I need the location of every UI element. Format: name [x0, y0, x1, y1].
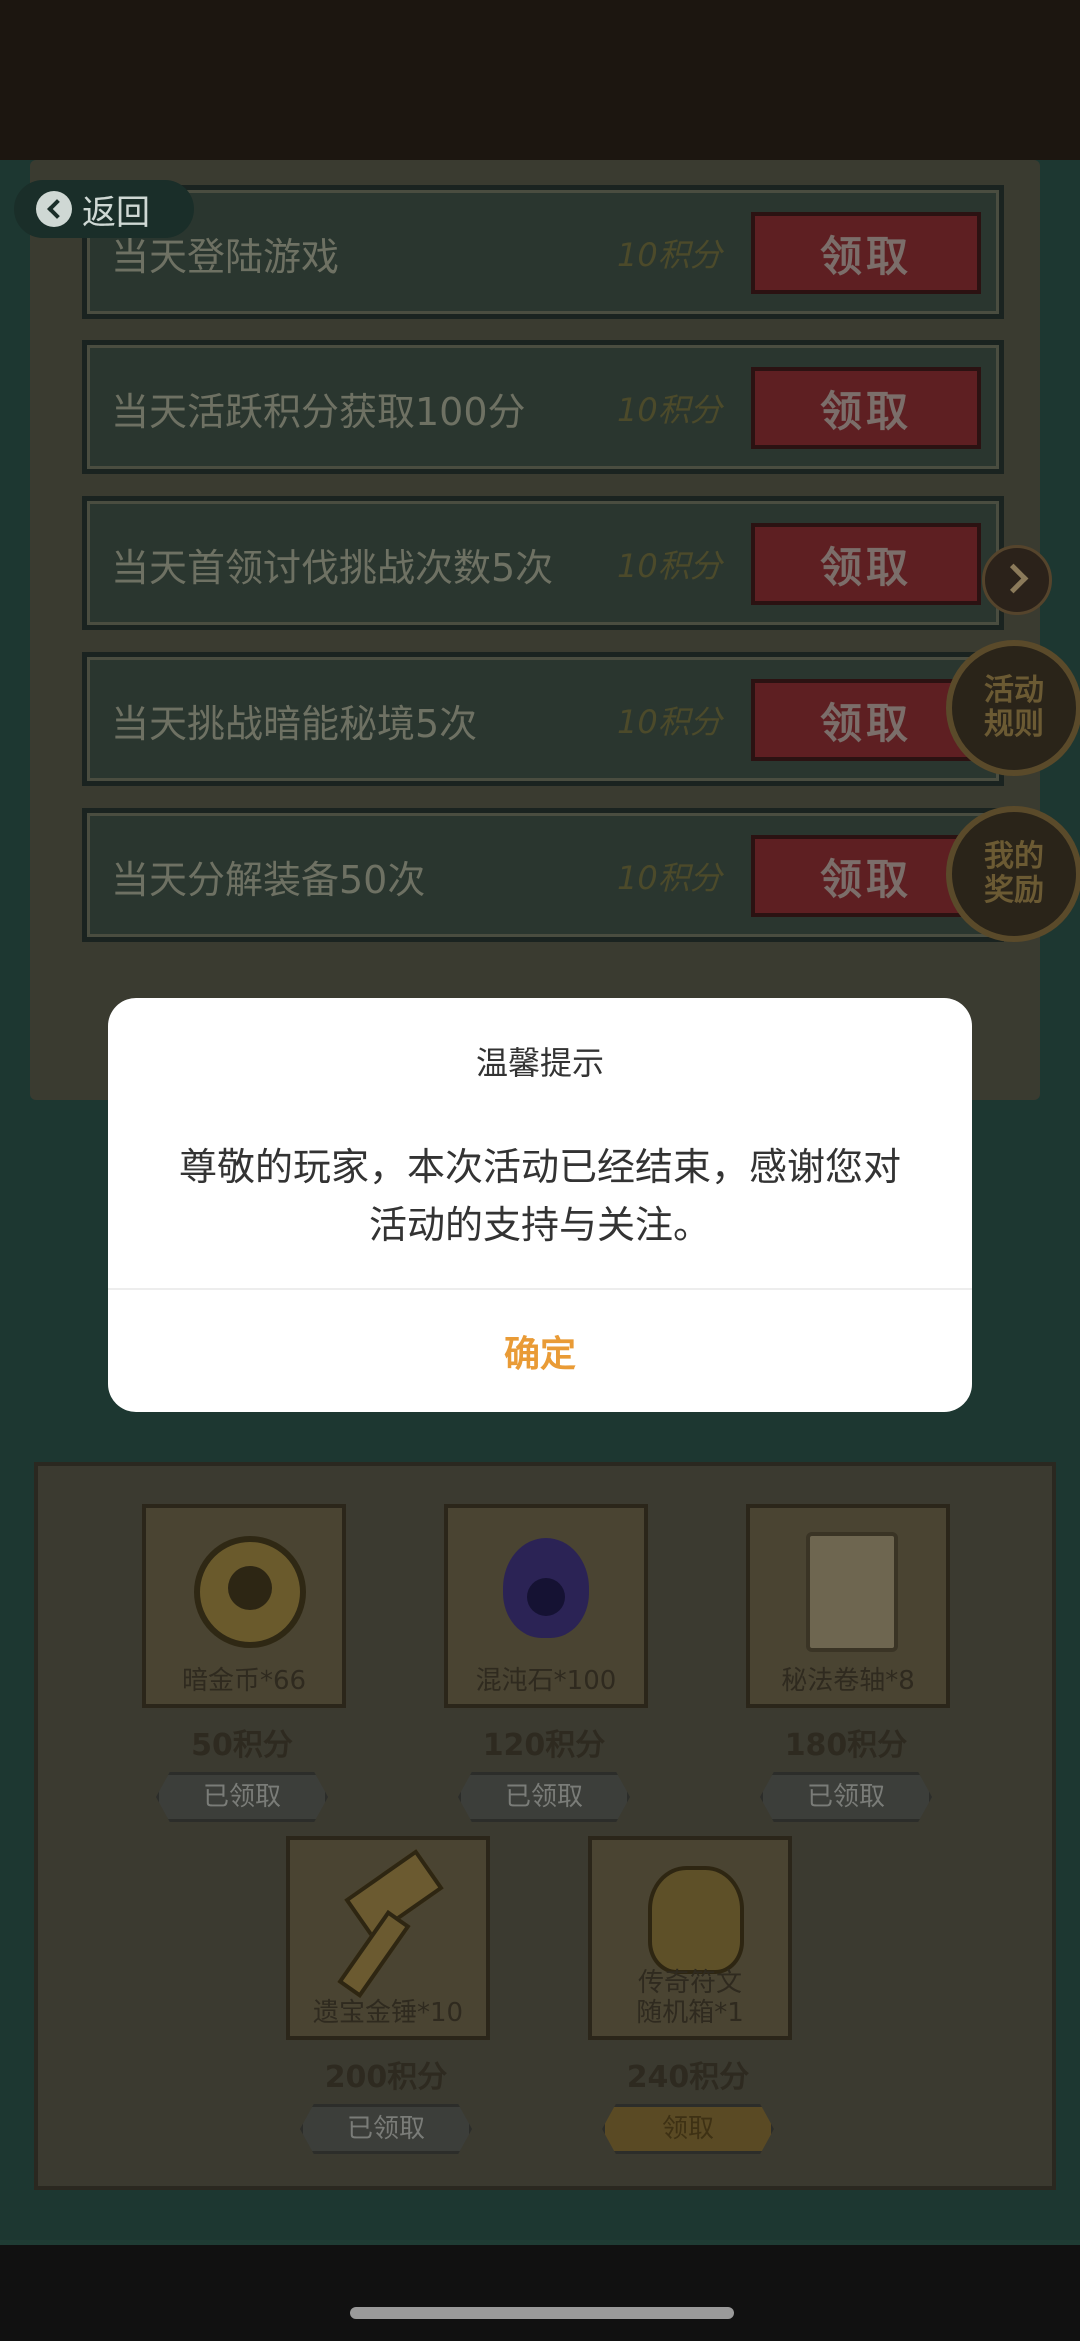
claim-button[interactable]: 领取 [751, 367, 981, 449]
back-label: 返回 [82, 192, 150, 233]
reward-claimed-button[interactable]: 已领取 [300, 2104, 472, 2154]
activity-rules-button[interactable]: 活动 规则 [946, 640, 1080, 776]
reward-name: 暗金币*66 [181, 1666, 307, 1696]
home-indicator[interactable] [350, 2307, 734, 2319]
reward-score: 50积分 [191, 1728, 293, 1763]
notice-dialog: 温馨提示 尊敬的玩家，本次活动已经结束，感谢您对 活动的支持与关注。 确定 [108, 998, 972, 1412]
task-row: 当天首领讨伐挑战次数5次 10积分 领取 [82, 496, 1004, 630]
reward-claim-button[interactable]: 领取 [602, 2104, 774, 2154]
chevron-left-icon [36, 191, 72, 227]
reward-score: 200积分 [324, 2060, 448, 2095]
dark-gold-coin-icon [194, 1536, 306, 1648]
task-points: 10积分 [617, 236, 722, 274]
reward-frame: 传奇符文 随机箱*1 [588, 1836, 792, 2040]
rules-label-line1: 活动 [984, 673, 1044, 708]
reward-score: 120积分 [482, 1728, 606, 1763]
task-row: 当天分解装备50次 10积分 领取 [82, 808, 1004, 942]
task-name: 当天挑战暗能秘境5次 [111, 702, 478, 746]
task-name: 当天分解装备50次 [111, 858, 426, 902]
back-button[interactable]: 返回 [14, 180, 194, 238]
reward-name-line1: 传奇符文 [637, 1968, 742, 1998]
reward-name-line2: 随机箱*1 [636, 1998, 744, 2028]
system-navigation-bar [0, 2245, 1080, 2341]
reward-item: 秘法卷轴*8 180积分 已领取 [746, 1504, 950, 1822]
reward-item: 传奇符文 随机箱*1 240积分 领取 [588, 1836, 792, 2154]
task-row: 当天活跃积分获取100分 10积分 领取 [82, 340, 1004, 474]
rules-label-line2: 规则 [984, 707, 1044, 742]
task-points: 10积分 [617, 547, 722, 585]
reward-claimed-button[interactable]: 已领取 [458, 1772, 630, 1822]
task-points: 10积分 [617, 391, 722, 429]
dialog-message-line1: 尊敬的玩家，本次活动已经结束，感谢您对 [178, 1145, 901, 1189]
my-rewards-label-line2: 奖励 [984, 873, 1044, 908]
reward-frame: 混沌石*100 [444, 1504, 648, 1708]
chaos-stone-icon [503, 1538, 589, 1638]
my-rewards-label-line1: 我的 [984, 839, 1044, 874]
dialog-title: 温馨提示 [475, 1044, 604, 1082]
task-points: 10积分 [617, 859, 722, 897]
task-row: 当天挑战暗能秘境5次 10积分 领取 [82, 652, 1004, 786]
reward-item: 混沌石*100 120积分 已领取 [444, 1504, 648, 1822]
reward-item: 暗金币*66 50积分 已领取 [142, 1504, 346, 1822]
task-name: 当天首领讨伐挑战次数5次 [111, 546, 554, 590]
confirm-button[interactable]: 确定 [108, 1290, 972, 1412]
arcane-scroll-icon [806, 1532, 898, 1652]
reward-name: 遗宝金锤*10 [312, 1998, 464, 2028]
top-status-area [0, 0, 1080, 160]
reward-claimed-button[interactable]: 已领取 [156, 1772, 328, 1822]
reward-frame: 暗金币*66 [142, 1504, 346, 1708]
claim-button[interactable]: 领取 [751, 523, 981, 605]
dialog-message: 尊敬的玩家，本次活动已经结束，感谢您对 活动的支持与关注。 [148, 1138, 932, 1254]
reward-score: 240积分 [626, 2060, 750, 2095]
task-points: 10积分 [617, 703, 722, 741]
reward-name: 传奇符文 随机箱*1 [592, 1968, 788, 2028]
task-row: 当天登陆游戏 10积分 领取 [82, 185, 1004, 319]
claim-button[interactable]: 领取 [751, 212, 981, 294]
chevron-right-icon[interactable] [982, 545, 1052, 615]
reward-name: 秘法卷轴*8 [781, 1666, 915, 1696]
rewards-panel: 暗金币*66 50积分 已领取 混沌石*100 120积分 已领取 秘法卷轴*8… [34, 1462, 1056, 2190]
reward-claimed-button[interactable]: 已领取 [760, 1772, 932, 1822]
reward-item: 遗宝金锤*10 200积分 已领取 [286, 1836, 490, 2154]
my-rewards-button[interactable]: 我的 奖励 [946, 806, 1080, 942]
reward-frame: 秘法卷轴*8 [746, 1504, 950, 1708]
reward-frame: 遗宝金锤*10 [286, 1836, 490, 2040]
reward-name: 混沌石*100 [475, 1666, 617, 1696]
rune-bag-icon [648, 1866, 744, 1974]
task-name: 当天活跃积分获取100分 [111, 390, 526, 434]
dialog-message-line2: 活动的支持与关注。 [368, 1203, 711, 1247]
reward-score: 180积分 [784, 1728, 908, 1763]
